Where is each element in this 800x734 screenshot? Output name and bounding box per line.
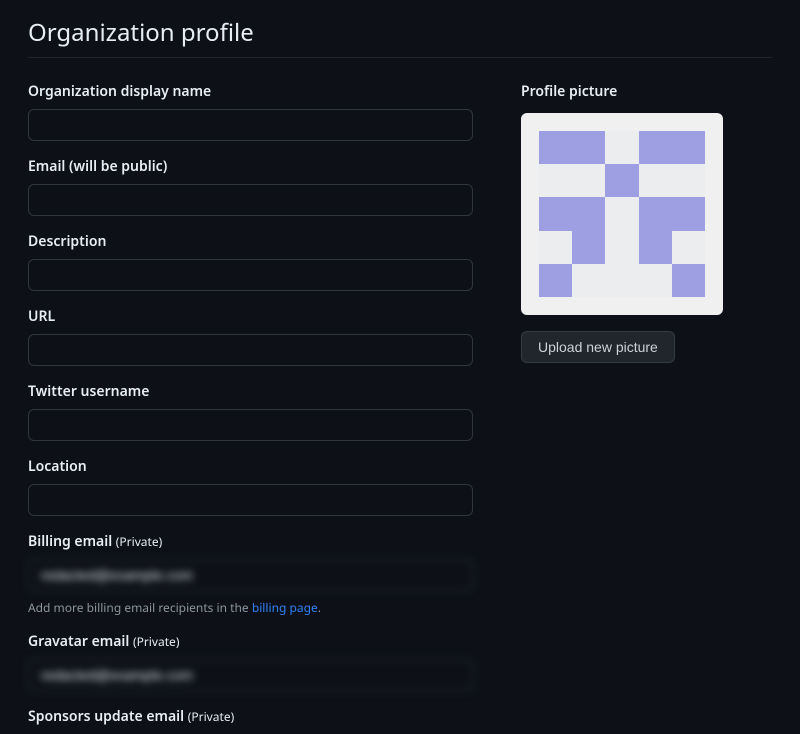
form-group-email: Email (will be public) xyxy=(28,157,473,216)
profile-picture-label: Profile picture xyxy=(521,82,731,101)
form-column: Organization display name Email (will be… xyxy=(28,82,473,734)
upload-picture-button[interactable]: Upload new picture xyxy=(521,331,675,363)
form-group-sponsors-email: Sponsors update email (Private) xyxy=(28,707,473,726)
billing-note-suffix: . xyxy=(318,599,321,616)
twitter-label: Twitter username xyxy=(28,382,473,401)
sponsors-email-label: Sponsors update email (Private) xyxy=(28,707,473,726)
form-group-location: Location xyxy=(28,457,473,516)
avatar-identicon xyxy=(521,113,723,315)
billing-note-prefix: Add more billing email recipients in the xyxy=(28,599,252,616)
billing-page-link[interactable]: billing page xyxy=(252,599,318,616)
form-group-display-name: Organization display name xyxy=(28,82,473,141)
billing-email-input[interactable] xyxy=(28,559,473,591)
sponsors-email-private-tag: (Private) xyxy=(188,708,234,725)
sponsors-email-label-text: Sponsors update email xyxy=(28,707,188,726)
billing-email-label: Billing email (Private) xyxy=(28,532,473,551)
gravatar-email-input[interactable] xyxy=(28,659,473,691)
location-label: Location xyxy=(28,457,473,476)
display-name-label: Organization display name xyxy=(28,82,473,101)
billing-email-note: Add more billing email recipients in the… xyxy=(28,599,473,616)
billing-email-private-tag: (Private) xyxy=(116,533,162,550)
email-input[interactable] xyxy=(28,184,473,216)
description-input[interactable] xyxy=(28,259,473,291)
form-group-twitter: Twitter username xyxy=(28,382,473,441)
form-group-gravatar-email: Gravatar email (Private) xyxy=(28,632,473,691)
billing-email-label-text: Billing email xyxy=(28,532,116,551)
gravatar-email-label-text: Gravatar email xyxy=(28,632,133,651)
location-input[interactable] xyxy=(28,484,473,516)
aside-column: Profile picture xyxy=(521,82,731,734)
gravatar-email-label: Gravatar email (Private) xyxy=(28,632,473,651)
form-group-billing-email: Billing email (Private) Add more billing… xyxy=(28,532,473,616)
email-label: Email (will be public) xyxy=(28,157,473,176)
gravatar-email-private-tag: (Private) xyxy=(133,633,179,650)
page-title: Organization profile xyxy=(28,16,772,58)
url-label: URL xyxy=(28,307,473,326)
url-input[interactable] xyxy=(28,334,473,366)
form-group-description: Description xyxy=(28,232,473,291)
form-group-url: URL xyxy=(28,307,473,366)
description-label: Description xyxy=(28,232,473,251)
display-name-input[interactable] xyxy=(28,109,473,141)
main-layout: Organization display name Email (will be… xyxy=(28,82,772,734)
twitter-input[interactable] xyxy=(28,409,473,441)
